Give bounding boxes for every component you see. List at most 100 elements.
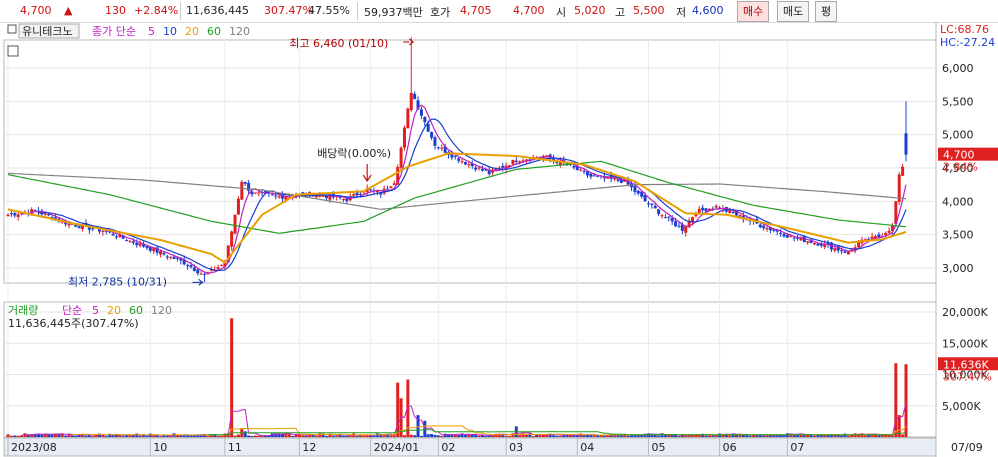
candle-down [77, 226, 81, 229]
volume-bar [535, 434, 539, 437]
candle-down [114, 236, 118, 238]
candle-down [111, 233, 115, 236]
price-tick-label: 3,000 [942, 262, 974, 275]
volume-bar [877, 435, 881, 437]
candle-down [423, 116, 427, 123]
candle-down [663, 217, 667, 219]
buy-button[interactable]: 매수 [737, 1, 770, 22]
candle-down [145, 246, 149, 249]
candle-down [674, 221, 678, 227]
volume-bar [74, 435, 78, 437]
volume-bar [677, 435, 681, 437]
volume-bar [257, 435, 261, 437]
low-label: 저 [676, 6, 687, 19]
volume-bar [335, 435, 339, 437]
candle-down [657, 209, 661, 215]
volume-legend-prefix: 단순 [62, 304, 82, 317]
stock-chart[interactable]: 3,0003,5004,0004,5005,0005,5006,0005,000… [0, 22, 998, 457]
volume-bar [162, 435, 166, 437]
current-price: 4,700 [20, 4, 52, 17]
volume-bar [87, 435, 91, 437]
candle-down [589, 173, 593, 177]
candle-down [514, 160, 518, 162]
candle-up [399, 147, 403, 168]
x-tick-label: 07 [790, 441, 804, 454]
price-tick-label: 3,500 [942, 229, 974, 242]
volume-bar [301, 435, 305, 437]
volume-bar [253, 435, 257, 437]
volume-bar [768, 435, 772, 437]
candle-up [402, 127, 406, 148]
volume-bar [331, 435, 335, 437]
volume-bar [50, 434, 54, 437]
volume-bar [558, 435, 562, 437]
candle-down [243, 181, 247, 184]
x-tick-label: 05 [651, 441, 665, 454]
volume-bar [402, 435, 406, 437]
trade-amount: 59,937백만 [364, 6, 423, 19]
candle-up [477, 167, 481, 169]
volume-bar [216, 435, 220, 437]
eval-button[interactable]: 평 [815, 1, 838, 22]
candle-down [616, 179, 620, 181]
volume-ratio: 307.47% [264, 4, 313, 17]
volume-bar [477, 435, 481, 437]
candle-down [782, 234, 786, 237]
volume-panel[interactable] [3, 301, 937, 438]
x-tick-label: 11 [228, 441, 242, 454]
candle-up [158, 251, 162, 255]
volume-bar [325, 436, 329, 438]
candle-down [274, 195, 278, 197]
candle-up [219, 264, 223, 266]
chart-menu-icon[interactable] [7, 24, 17, 34]
volume-bar [84, 435, 88, 437]
candle-down [131, 241, 135, 243]
volume-bar [104, 435, 108, 437]
volume-bar [829, 435, 833, 437]
volume-tick-label: 15,000K [942, 337, 988, 350]
price-tick-label: 4,000 [942, 195, 974, 208]
candle-up [409, 92, 413, 111]
candle-up [460, 161, 464, 163]
candle-down [358, 193, 362, 195]
candle-up [233, 214, 237, 234]
volume-bar [372, 435, 376, 437]
x-tick-label: 03 [509, 441, 523, 454]
volume-bar [704, 435, 708, 437]
volume-bar [409, 434, 413, 437]
candle-down [270, 194, 274, 196]
volume-bar [653, 435, 657, 437]
volume-bar [182, 435, 186, 437]
volume-bar [64, 435, 68, 437]
candle-down [433, 137, 437, 146]
open-label: 시 [556, 6, 567, 19]
volume-bar [345, 435, 349, 437]
price-tick-label: 6,000 [942, 62, 974, 75]
volume-bar [599, 435, 603, 437]
volume-bar [436, 435, 440, 437]
volume-legend-ma60: 60 [129, 304, 143, 317]
price-change: 130 [105, 4, 126, 17]
volume-bar [16, 435, 20, 437]
candle-down [135, 242, 139, 246]
volume-bar [813, 435, 817, 437]
volume-bar [440, 436, 444, 438]
volume-bar [748, 435, 752, 437]
volume-bar [430, 434, 434, 437]
candle-down [172, 256, 176, 259]
candle-up [392, 183, 396, 186]
volume-bar [423, 420, 427, 437]
volume-bar [186, 435, 190, 437]
candle-down [186, 265, 190, 267]
volume-bar [165, 435, 169, 437]
volume-bar [291, 435, 295, 437]
volume-bar [294, 434, 298, 437]
candle-down [636, 190, 640, 194]
candle-down [762, 225, 766, 229]
volume-legend-ma20: 20 [107, 304, 121, 317]
candle-up [697, 208, 701, 213]
volume-bar [592, 435, 596, 437]
candle-down [650, 203, 654, 205]
sell-button[interactable]: 매도 [777, 1, 810, 22]
candle-up [128, 240, 132, 242]
